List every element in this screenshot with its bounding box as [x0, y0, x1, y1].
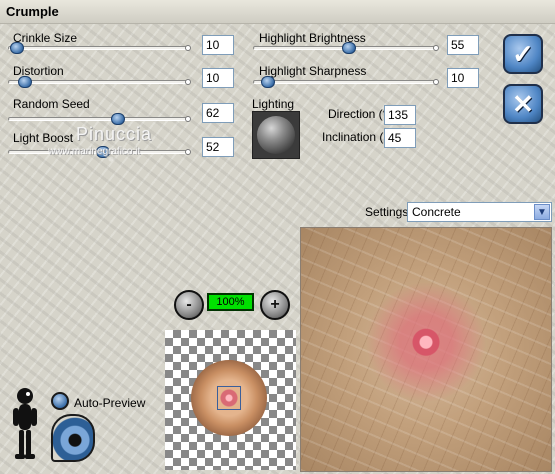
random-seed-slider-end	[185, 116, 191, 122]
light-boost-input[interactable]: 52	[202, 137, 234, 157]
settings-label: Settings:	[365, 205, 412, 219]
inclination-label: Inclination (°)	[322, 130, 393, 144]
highlight-sharpness-input[interactable]: 10	[447, 68, 479, 88]
zoom-in-icon: +	[270, 296, 280, 313]
inclination-input[interactable]: 45	[384, 128, 416, 148]
cancel-button[interactable]: ✕	[503, 84, 543, 124]
distortion-input[interactable]: 10	[202, 68, 234, 88]
highlight-brightness-input[interactable]: 55	[447, 35, 479, 55]
help-figure-icon[interactable]	[7, 386, 43, 462]
light-boost-label: Light Boost	[13, 131, 74, 145]
highlight-brightness-slider-end	[433, 45, 439, 51]
highlight-brightness-slider-thumb[interactable]	[342, 42, 356, 54]
window-title: Crumple	[6, 4, 59, 19]
crinkle-size-slider[interactable]	[8, 42, 191, 54]
watermark-name: Pinuccia	[76, 124, 153, 144]
random-seed-input[interactable]: 62	[202, 103, 234, 123]
crinkle-size-slider-thumb[interactable]	[10, 42, 24, 54]
lighting-sphere-control[interactable]	[252, 111, 300, 159]
zoom-level-display: 100%	[207, 293, 254, 311]
distortion-slider[interactable]	[8, 76, 191, 88]
distortion-slider-end	[185, 79, 191, 85]
cancel-x-icon: ✕	[512, 88, 534, 119]
zoom-in-button[interactable]: +	[260, 290, 290, 320]
before-preview[interactable]	[165, 330, 296, 470]
random-seed-slider[interactable]	[8, 113, 191, 125]
chevron-down-icon[interactable]: ▼	[534, 204, 550, 220]
after-preview	[300, 227, 552, 472]
crumple-dialog: Crumple Crinkle Size 10 Distortion 10 Ra…	[0, 0, 555, 474]
auto-preview-label: Auto-Preview	[74, 396, 146, 410]
settings-selected-value: Concrete	[412, 205, 461, 219]
preview-navigator-frame[interactable]	[217, 386, 241, 410]
zoom-out-button[interactable]: -	[174, 290, 204, 320]
direction-label: Direction (°)	[328, 107, 392, 121]
distortion-slider-thumb[interactable]	[18, 76, 32, 88]
ok-checkmark-icon: ✓	[512, 38, 534, 69]
highlight-sharpness-slider[interactable]	[253, 76, 439, 88]
crinkle-size-slider-end	[185, 45, 191, 51]
title-bar: Crumple	[0, 0, 555, 24]
highlight-sharpness-slider-thumb[interactable]	[261, 76, 275, 88]
crinkle-size-input[interactable]: 10	[202, 35, 234, 55]
watermark-site: www.marinegrafico.it	[48, 146, 141, 157]
crinkle-size-label: Crinkle Size	[13, 31, 78, 45]
highlight-brightness-slider[interactable]	[253, 42, 439, 54]
auto-preview-toggle[interactable]	[51, 392, 69, 410]
eye-icon[interactable]	[51, 414, 95, 462]
random-seed-label: Random Seed	[13, 97, 90, 111]
zoom-out-icon: -	[186, 296, 192, 313]
highlight-sharpness-slider-end	[433, 79, 439, 85]
ok-button[interactable]: ✓	[503, 34, 543, 74]
highlight-sharpness-label: Highlight Sharpness	[259, 64, 367, 78]
settings-select[interactable]: Concrete ▼	[407, 202, 552, 222]
lighting-sphere	[257, 116, 295, 154]
lighting-label: Lighting	[252, 97, 295, 111]
light-boost-slider-end	[185, 149, 191, 155]
direction-input[interactable]: 135	[384, 105, 416, 125]
